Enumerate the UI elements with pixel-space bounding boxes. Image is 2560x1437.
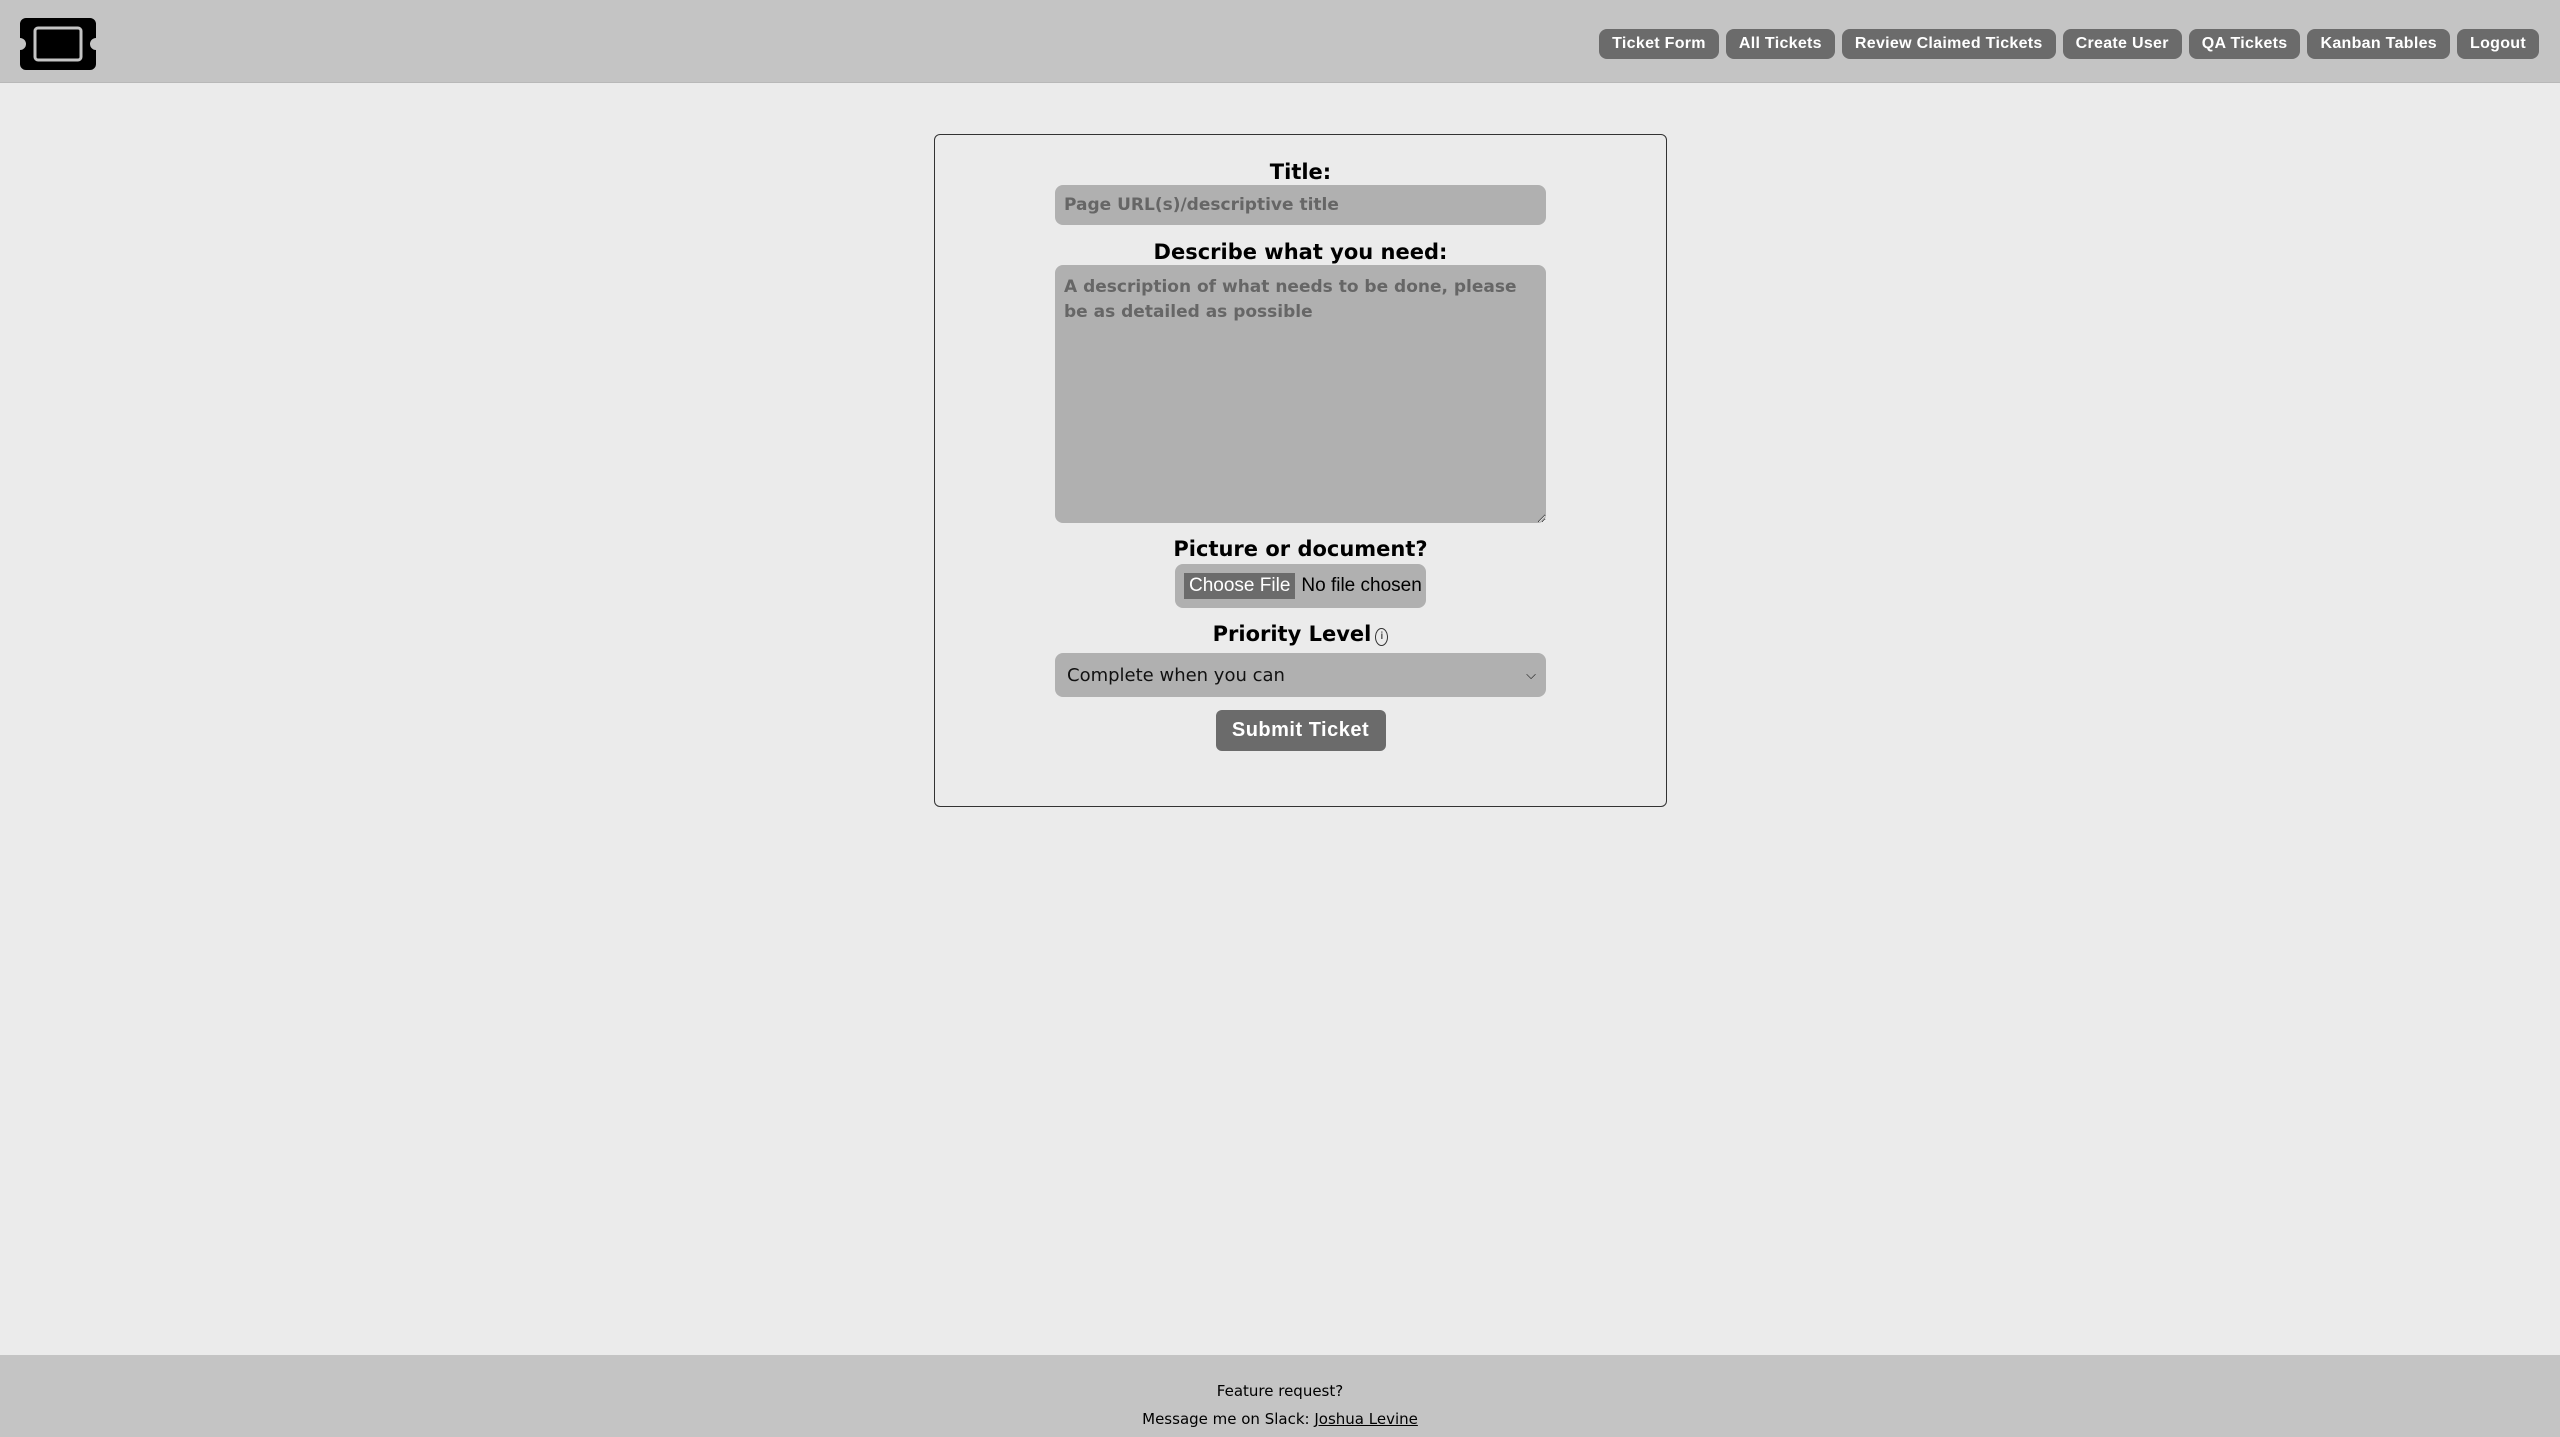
title-label: Title: <box>1269 160 1332 184</box>
priority-value: Complete when you can <box>1067 664 1285 686</box>
file-label: Picture or document? <box>1173 537 1428 561</box>
file-status: No file chosen <box>1301 575 1422 596</box>
ticket-form: Title: Describe what you need: Picture o… <box>934 134 1667 807</box>
header: Ticket Form All Tickets Review Claimed T… <box>0 0 2560 83</box>
nav-all-tickets[interactable]: All Tickets <box>1725 29 1835 59</box>
footer: Feature request? Message me on Slack: Jo… <box>0 1355 2560 1437</box>
file-input[interactable]: Choose File No file chosen <box>1175 564 1426 608</box>
footer-slack-text: Message me on Slack: <box>1142 1410 1315 1428</box>
slack-contact-link[interactable]: Joshua Levine <box>1314 1410 1418 1428</box>
logout-button[interactable]: Logout <box>2457 29 2539 59</box>
submit-ticket-button[interactable]: Submit Ticket <box>1215 710 1386 751</box>
priority-select[interactable]: Complete when you can ⌵ <box>1055 653 1546 697</box>
priority-label: Priority Level <box>1212 622 1372 646</box>
nav-review-claimed-tickets[interactable]: Review Claimed Tickets <box>1841 29 2056 59</box>
nav-kanban-tables[interactable]: Kanban Tables <box>2307 29 2450 59</box>
info-icon[interactable]: i <box>1375 628 1389 646</box>
nav-qa-tickets[interactable]: QA Tickets <box>2188 29 2301 59</box>
footer-feature-request: Feature request? <box>1216 1382 1344 1400</box>
chevron-down-icon: ⌵ <box>1526 667 1536 683</box>
choose-file-button[interactable]: Choose File <box>1184 573 1296 599</box>
nav-ticket-form[interactable]: Ticket Form <box>1599 29 1719 59</box>
ticket-icon[interactable] <box>20 18 96 70</box>
nav-bar: Ticket Form All Tickets Review Claimed T… <box>1599 29 2539 59</box>
title-input[interactable] <box>1055 185 1546 225</box>
description-textarea[interactable] <box>1055 265 1546 523</box>
description-label: Describe what you need: <box>1153 240 1448 264</box>
nav-create-user[interactable]: Create User <box>2062 29 2182 59</box>
